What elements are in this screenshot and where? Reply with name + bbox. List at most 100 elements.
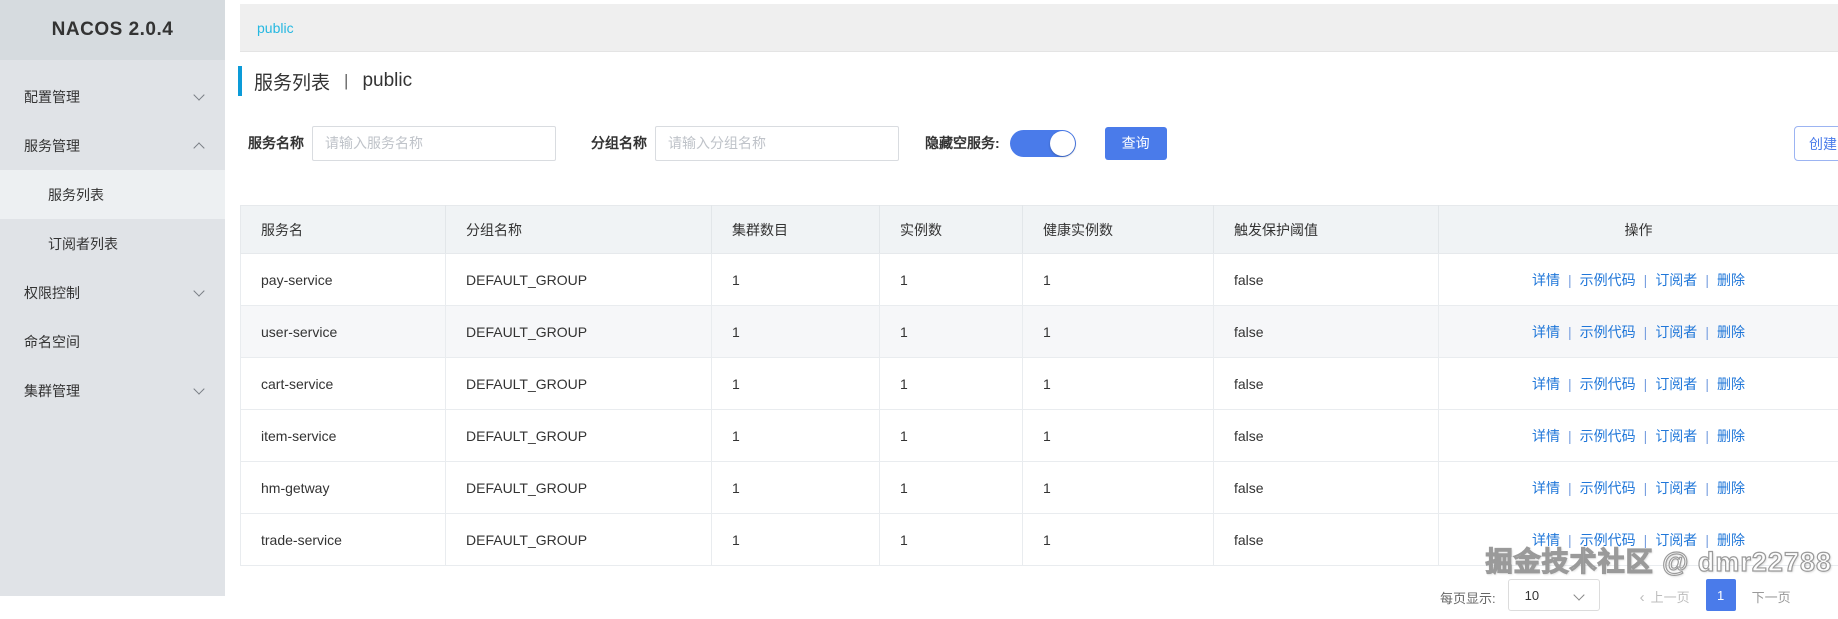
action-delete[interactable]: 删除 [1717,428,1745,444]
service-table-body: pay-service DEFAULT_GROUP 1 1 1 false 详情… [241,254,1838,566]
cell-healthy-instance-count: 1 [1023,254,1214,306]
next-page-button[interactable]: 下一页 [1752,587,1791,606]
action-separator: | [1644,428,1648,444]
app-logo: NACOS 2.0.4 [0,0,225,60]
hide-empty-service-label: 隐藏空服务: [925,133,1000,153]
action-delete[interactable]: 删除 [1717,376,1745,392]
action-delete[interactable]: 删除 [1717,480,1745,496]
cell-protect-threshold: false [1214,410,1439,462]
chevron-down-icon [1573,589,1584,600]
action-separator: | [1705,324,1709,340]
action-sample-code[interactable]: 示例代码 [1580,272,1636,288]
sidebar-item-service-management[interactable]: 服务管理 [0,121,225,170]
create-service-button[interactable]: 创建 [1794,126,1838,161]
cell-healthy-instance-count: 1 [1023,514,1214,566]
table-header-row: 服务名 分组名称 集群数目 实例数 健康实例数 触发保护阈值 操作 [241,206,1838,254]
page-size-value: 10 [1525,588,1539,603]
sidebar-item-subscriber-list[interactable]: 订阅者列表 [0,219,225,268]
cell-cluster-count: 1 [712,254,880,306]
page-size-select[interactable]: 10 [1508,579,1600,611]
action-detail[interactable]: 详情 [1532,376,1560,392]
sidebar-item-label: 命名空间 [24,332,80,352]
action-detail[interactable]: 详情 [1532,324,1560,340]
sidebar-item-config-management[interactable]: 配置管理 [0,72,225,121]
action-subscribers[interactable]: 订阅者 [1655,376,1697,392]
table-row: item-service DEFAULT_GROUP 1 1 1 false 详… [241,410,1838,462]
cell-service-name: hm-getway [241,462,446,514]
title-separator: | [344,71,348,91]
table-row: user-service DEFAULT_GROUP 1 1 1 false 详… [241,306,1838,358]
cell-cluster-count: 1 [712,358,880,410]
row-actions: 详情|示例代码|订阅者|删除 [1439,306,1838,358]
sidebar-item-service-list[interactable]: 服务列表 [0,170,225,219]
namespace-bar: public [240,4,1838,52]
col-header-service-name: 服务名 [241,206,446,254]
sidebar-menu: 配置管理 服务管理 服务列表 订阅者列表 权限控制 命名空间 集群管理 [0,60,225,415]
table-row: hm-getway DEFAULT_GROUP 1 1 1 false 详情|示… [241,462,1838,514]
cell-protect-threshold: false [1214,306,1439,358]
toggle-knob [1050,131,1075,156]
action-separator: | [1568,272,1572,288]
action-separator: | [1568,376,1572,392]
group-name-label: 分组名称 [591,133,647,153]
col-header-group-name: 分组名称 [446,206,712,254]
action-sample-code[interactable]: 示例代码 [1580,324,1636,340]
action-subscribers[interactable]: 订阅者 [1655,428,1697,444]
col-header-healthy-instance-count: 健康实例数 [1023,206,1214,254]
cell-service-name: cart-service [241,358,446,410]
action-delete[interactable]: 删除 [1717,324,1745,340]
sidebar-item-label: 集群管理 [24,381,80,401]
sidebar-item-namespace[interactable]: 命名空间 [0,317,225,366]
hide-empty-service-toggle[interactable] [1010,130,1076,157]
sidebar-item-cluster-management[interactable]: 集群管理 [0,366,225,415]
cell-group-name: DEFAULT_GROUP [446,410,712,462]
action-sample-code[interactable]: 示例代码 [1580,376,1636,392]
action-separator: | [1644,480,1648,496]
title-accent-bar [238,66,242,96]
action-subscribers[interactable]: 订阅者 [1655,324,1697,340]
action-detail[interactable]: 详情 [1532,428,1560,444]
cell-protect-threshold: false [1214,254,1439,306]
cell-cluster-count: 1 [712,410,880,462]
action-separator: | [1644,376,1648,392]
action-detail[interactable]: 详情 [1532,480,1560,496]
search-button[interactable]: 查询 [1105,127,1167,160]
sidebar-item-label: 服务管理 [24,136,80,156]
page-title-text: 服务列表 [254,68,330,95]
sidebar-item-label: 服务列表 [48,185,104,205]
action-subscribers[interactable]: 订阅者 [1655,272,1697,288]
filter-form: 服务名称 分组名称 隐藏空服务: 查询 [248,125,1167,161]
cell-protect-threshold: false [1214,358,1439,410]
cell-cluster-count: 1 [712,462,880,514]
chevron-down-icon [193,89,204,100]
namespace-tab-public[interactable]: public [257,20,294,36]
watermark: 掘金技术社区 @ dmr22788 [1486,540,1832,579]
table-row: cart-service DEFAULT_GROUP 1 1 1 false 详… [241,358,1838,410]
cell-group-name: DEFAULT_GROUP [446,306,712,358]
cell-service-name: pay-service [241,254,446,306]
cell-service-name: item-service [241,410,446,462]
cell-instance-count: 1 [880,306,1023,358]
action-subscribers[interactable]: 订阅者 [1655,480,1697,496]
sidebar-item-label: 权限控制 [24,283,80,303]
left-arrow-icon: ‹ [1640,589,1645,606]
cell-instance-count: 1 [880,462,1023,514]
action-separator: | [1705,272,1709,288]
action-delete[interactable]: 删除 [1717,272,1745,288]
row-actions: 详情|示例代码|订阅者|删除 [1439,462,1838,514]
page-1-button[interactable]: 1 [1706,579,1736,611]
action-sample-code[interactable]: 示例代码 [1580,480,1636,496]
group-name-input[interactable] [655,126,899,161]
prev-page-button[interactable]: ‹上一页 [1640,587,1690,606]
cell-healthy-instance-count: 1 [1023,462,1214,514]
action-sample-code[interactable]: 示例代码 [1580,428,1636,444]
page-title: 服务列表 | public [238,62,412,100]
page-title-namespace: public [362,70,412,92]
action-detail[interactable]: 详情 [1532,272,1560,288]
sidebar: NACOS 2.0.4 配置管理 服务管理 服务列表 订阅者列表 权限控制 命名… [0,0,225,596]
action-separator: | [1705,376,1709,392]
sidebar-item-label: 配置管理 [24,87,80,107]
sidebar-item-permission-control[interactable]: 权限控制 [0,268,225,317]
cell-instance-count: 1 [880,358,1023,410]
service-name-input[interactable] [312,126,556,161]
